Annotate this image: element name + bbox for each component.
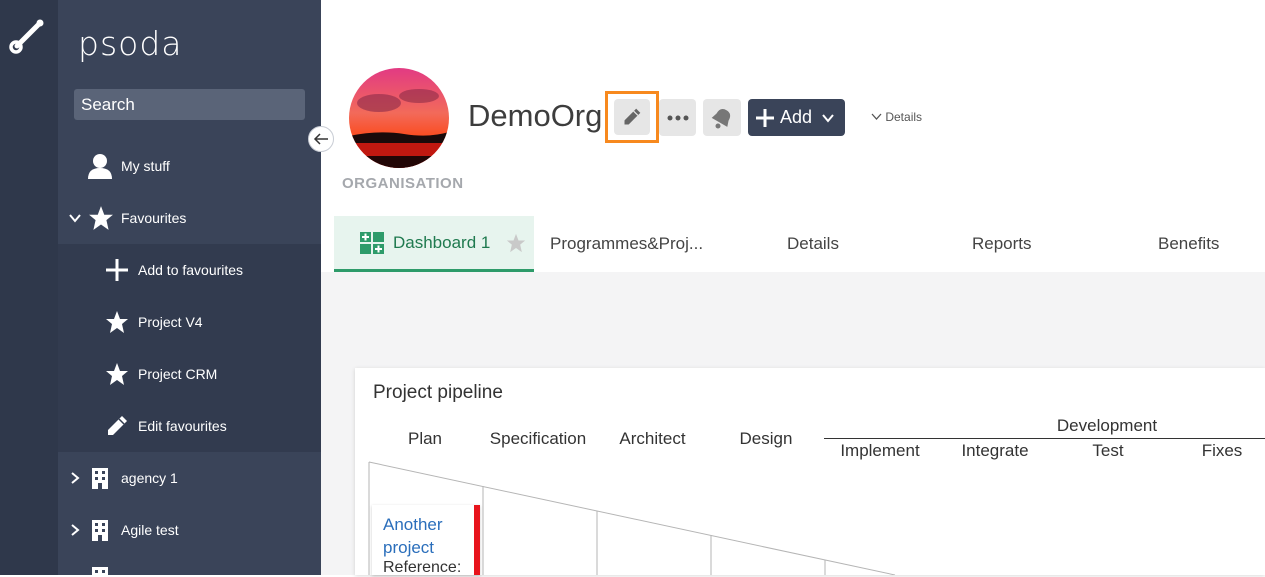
project-pipeline-widget: Project pipeline Plan Specification Arch…: [355, 368, 1265, 576]
sidebar-item-label: Edit favourites: [138, 418, 227, 434]
tab-label: Benefits: [1158, 234, 1220, 253]
brand-logo[interactable]: psoda: [78, 24, 183, 63]
project-name-link[interactable]: Another project: [383, 513, 473, 559]
pencil-icon: [624, 108, 641, 125]
add-button[interactable]: Add: [748, 99, 845, 136]
sidebar-item-label: My stuff: [121, 158, 170, 174]
bell-icon: [711, 108, 731, 128]
org-avatar: [349, 68, 449, 168]
star-icon[interactable]: [506, 233, 526, 253]
building-icon: [92, 468, 108, 489]
chevron-down-icon[interactable]: [68, 211, 82, 225]
sidebar-item-label: Project V4: [138, 314, 203, 330]
more-options-button[interactable]: [659, 99, 696, 136]
sidebar-item-project-v4[interactable]: Project V4: [58, 296, 321, 348]
project-card[interactable]: Another project Reference:: [372, 505, 480, 576]
details-toggle[interactable]: Details: [871, 110, 922, 124]
tab-reports[interactable]: Reports: [972, 216, 1032, 272]
chevron-down-icon: [822, 113, 834, 123]
search-input[interactable]: Search: [74, 89, 305, 120]
main-content: ORGANISATION DemoOrg Add Details Dashboa…: [321, 0, 1265, 576]
tab-label: Dashboard 1: [393, 232, 491, 252]
sidebar-item-label: agency 1: [121, 470, 178, 486]
star-icon: [89, 206, 113, 230]
sidebar-item-agile-test[interactable]: Agile test: [58, 504, 321, 556]
pipeline-funnel: [368, 461, 896, 575]
page-title: DemoOrg: [468, 98, 603, 133]
edit-button[interactable]: [605, 91, 659, 143]
add-button-label: Add: [780, 107, 813, 127]
psoda-logo-icon[interactable]: [8, 16, 48, 56]
tab-label: Programmes&Proj...: [550, 234, 704, 253]
sidebar-item-project-crm[interactable]: Project CRM: [58, 348, 321, 400]
plus-icon: [756, 108, 774, 127]
sidebar-item-my-stuff[interactable]: My stuff: [58, 140, 321, 192]
org-type-label: ORGANISATION: [342, 175, 464, 192]
tab-programmes-projects[interactable]: Programmes&Proj...: [550, 216, 703, 272]
app-rail: [0, 0, 58, 575]
tab-dashboard-1[interactable]: Dashboard 1: [334, 216, 534, 272]
dashboard-area: Project pipeline Plan Specification Arch…: [321, 272, 1265, 576]
user-icon: [88, 154, 112, 179]
sidebar-item-label: Project CRM: [138, 366, 218, 382]
sidebar-item-edit-favourites[interactable]: Edit favourites: [58, 400, 321, 452]
dashboard-icon: [360, 231, 384, 254]
details-label: Details: [885, 110, 923, 124]
pencil-icon: [108, 416, 127, 435]
tab-details[interactable]: Details: [787, 216, 839, 272]
tab-bar: Dashboard 1 Programmes&Proj... Details R…: [334, 216, 1265, 273]
star-icon: [106, 311, 128, 333]
building-icon: [92, 567, 108, 575]
building-icon: [92, 520, 108, 541]
sidebar: psoda Search My stuff Favourites Add to …: [58, 0, 321, 575]
sidebar-item-favourites[interactable]: Favourites: [58, 192, 321, 244]
sidebar-item-label: Favourites: [121, 210, 187, 226]
chevron-down-icon: [871, 113, 882, 120]
sidebar-item-label: Agile test: [121, 522, 179, 538]
notifications-button[interactable]: [703, 99, 741, 136]
sidebar-item-agency-1[interactable]: agency 1: [58, 452, 321, 504]
tab-label: Reports: [972, 234, 1032, 253]
arrow-left-icon: [313, 133, 328, 145]
collapse-sidebar-button[interactable]: [308, 126, 334, 152]
tab-label: Details: [787, 234, 839, 253]
sidebar-item-add-to-favourites[interactable]: Add to favourites: [58, 244, 321, 296]
plus-icon: [106, 259, 128, 281]
ellipsis-icon: [667, 115, 688, 120]
project-reference: Reference:: [383, 559, 462, 576]
chevron-right-icon[interactable]: [68, 471, 82, 485]
tab-benefits[interactable]: Benefits: [1158, 216, 1219, 272]
star-icon: [106, 363, 128, 385]
chevron-right-icon[interactable]: [68, 523, 82, 537]
sidebar-item-label: Add to favourites: [138, 262, 244, 278]
